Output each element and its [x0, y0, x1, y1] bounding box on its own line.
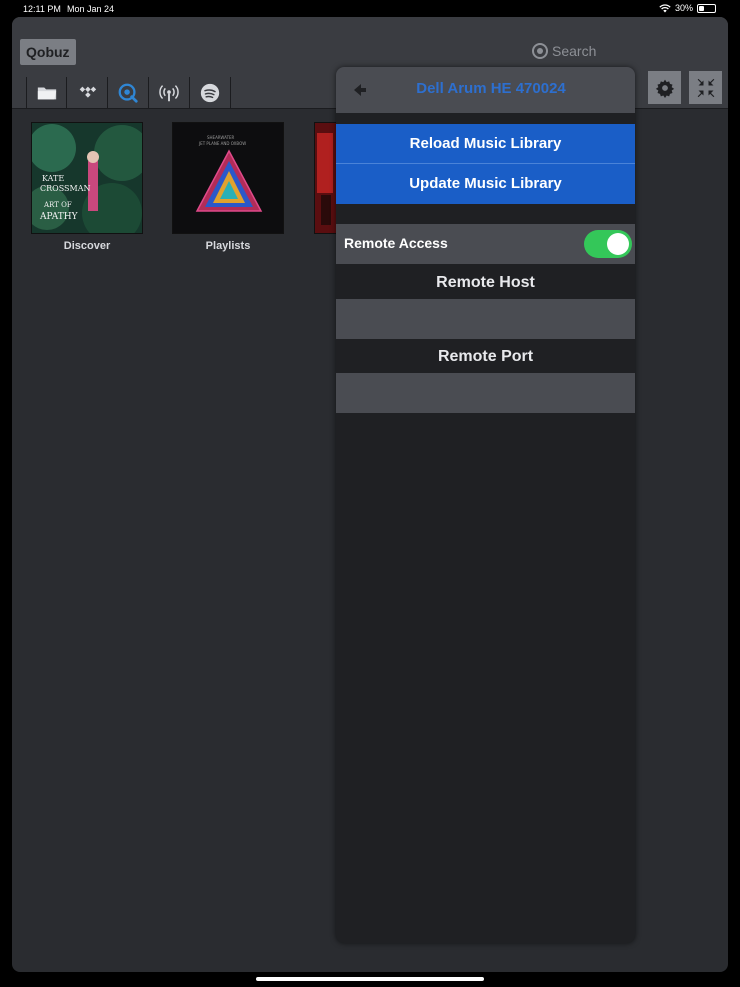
status-time: 12:11 PM [23, 4, 61, 14]
spotify-icon [200, 83, 220, 103]
back-button[interactable] [350, 81, 370, 99]
collapse-button[interactable] [689, 71, 722, 104]
search-placeholder: Search [552, 43, 597, 59]
tile-label-playlists: Playlists [205, 240, 251, 252]
settings-panel: Dell Arum HE 470024 Reload Music Library… [336, 67, 635, 943]
source-button[interactable]: Qobuz [20, 39, 76, 65]
source-tabs [26, 77, 231, 109]
remote-access-toggle[interactable] [584, 230, 632, 258]
wifi-icon [659, 3, 671, 12]
status-bar: 12:11 PM Mon Jan 24 30% [0, 0, 740, 17]
gear-icon [655, 79, 674, 98]
album-art-discover: KATE CROSSMAN ART OF APATHY [31, 122, 143, 234]
remote-access-label: Remote Access [344, 235, 448, 251]
library-tile-playlists[interactable]: SHEARWATER JET PLANE AND OXBOW Playlists [172, 122, 284, 252]
remote-host-label: Remote Host [336, 267, 635, 299]
remote-host-input[interactable] [336, 299, 635, 339]
album-art-third [314, 122, 338, 234]
remote-port-input[interactable] [336, 373, 635, 413]
remote-port-label: Remote Port [336, 341, 635, 373]
tile-label-discover: Discover [63, 240, 111, 252]
back-arrow-icon [354, 84, 366, 96]
tidal-icon [79, 86, 97, 98]
app-top-strip [12, 17, 728, 35]
tab-radio[interactable] [149, 77, 190, 109]
svg-text:SHEARWATER: SHEARWATER [207, 135, 235, 140]
update-music-library-button[interactable]: Update Music Library [336, 164, 635, 204]
panel-header: Dell Arum HE 470024 [336, 67, 635, 113]
app-window: Qobuz Search KATE CROSSMAN ART OF APATHY… [12, 17, 728, 972]
library-tile-third[interactable] [314, 122, 338, 234]
album-art-playlists: SHEARWATER JET PLANE AND OXBOW [172, 122, 284, 234]
radio-broadcast-icon [159, 85, 179, 102]
tab-tidal[interactable] [67, 77, 108, 109]
svg-text:KATE: KATE [42, 174, 64, 183]
collapse-icon [697, 78, 714, 97]
tab-qobuz[interactable] [108, 77, 149, 109]
home-indicator[interactable] [256, 977, 484, 981]
qobuz-icon [118, 83, 138, 103]
search-icon [532, 43, 548, 59]
svg-text:APATHY: APATHY [39, 212, 79, 222]
svg-text:CROSSMAN: CROSSMAN [40, 184, 91, 193]
header-tools [648, 71, 722, 104]
settings-button[interactable] [648, 71, 681, 104]
svg-text:ART OF: ART OF [43, 201, 72, 209]
reload-music-library-button[interactable]: Reload Music Library [336, 124, 635, 164]
svg-text:JET PLANE AND OXBOW: JET PLANE AND OXBOW [198, 141, 246, 146]
search-field[interactable]: Search [532, 43, 596, 59]
battery-icon [697, 3, 716, 13]
status-date: Mon Jan 24 [67, 4, 115, 14]
status-right: 30% [659, 3, 716, 13]
tab-spotify[interactable] [190, 77, 231, 109]
tab-folder[interactable] [26, 77, 67, 109]
folder-icon [37, 87, 56, 100]
battery-percent: 30% [674, 3, 693, 13]
remote-access-row: Remote Access [336, 224, 635, 264]
panel-title: Dell Arum HE 470024 [416, 80, 566, 97]
library-tile-discover[interactable]: KATE CROSSMAN ART OF APATHY Discover [31, 122, 143, 252]
